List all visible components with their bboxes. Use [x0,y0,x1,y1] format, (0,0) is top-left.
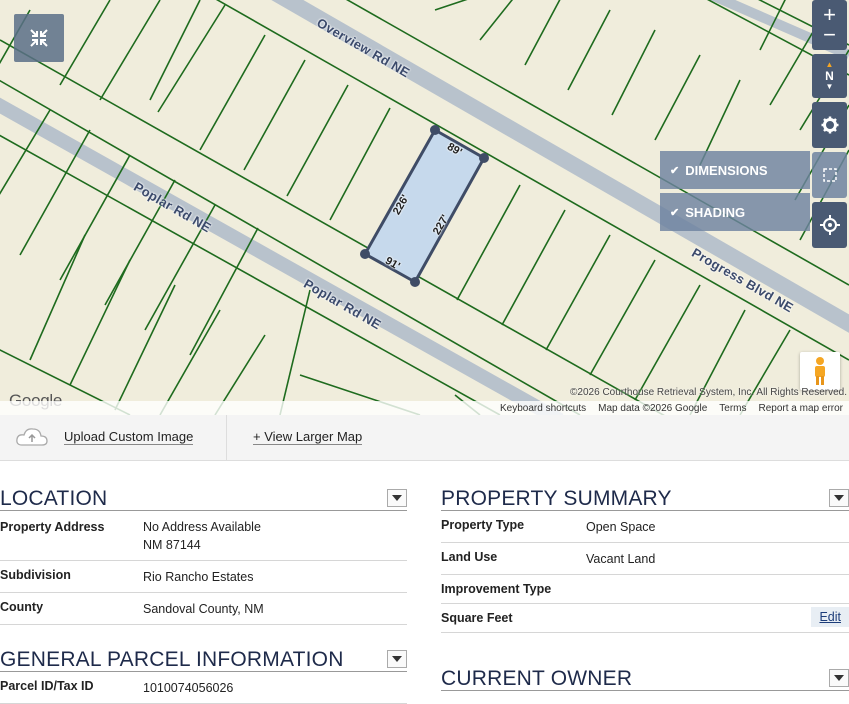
dimensions-label: DIMENSIONS [685,162,768,178]
gear-icon [821,116,838,134]
collapse-dropdown-button[interactable] [829,669,849,687]
table-row: Property Address No Address Available NM… [0,511,407,561]
copyright-text: ©2026 Courthouse Retrieval System, Inc. … [570,387,847,398]
summary-header: PROPERTY SUMMARY [441,485,849,511]
row-value: Rio Rancho Estates [143,570,254,584]
general-header: GENERAL PARCEL INFORMATION [0,646,407,672]
selected-parcel [362,127,487,285]
collapse-map-button[interactable] [14,14,64,62]
compass-down-icon: ▼ [825,82,834,91]
row-label: Improvement Type [441,582,552,596]
location-section: LOCATION Property Address No Address Ava… [0,485,407,625]
toolbar-divider [226,415,227,461]
table-row: Parcel ID/Tax ID 1010074056026 [0,672,407,704]
row-label: Land Use [441,550,498,564]
map-controls: + − ▲ N ▼ [812,0,847,252]
keyboard-shortcuts-link[interactable]: Keyboard shortcuts [500,403,586,414]
row-label: Parcel ID/Tax ID [0,679,94,693]
upload-label: Upload Custom Image [64,429,194,445]
toggle-dimensions[interactable]: ✔ DIMENSIONS [660,151,810,189]
row-label: Property Address [0,520,105,534]
map-toolbar: Upload Custom Image + View Larger Map [0,415,849,461]
row-value: Sandoval County, NM [143,602,264,616]
row-value: 1010074056026 [143,681,234,695]
upload-custom-image-button[interactable]: Upload Custom Image [14,423,194,451]
location-header: LOCATION [0,485,407,511]
owner-header: CURRENT OWNER [441,665,849,691]
property-summary-section: PROPERTY SUMMARY Property Type Open Spac… [441,485,849,633]
collapse-icon [30,29,48,47]
collapse-dropdown-button[interactable] [829,489,849,507]
compass-up-icon: ▲ [825,60,834,69]
zoom-control: + − [812,0,847,50]
section-title: LOCATION [0,487,108,510]
table-row: County Sandoval County, NM [0,593,407,625]
crosshair-icon [819,215,840,235]
north-label: N [825,69,834,83]
edit-square-feet-button[interactable]: Edit [811,607,849,627]
section-title: CURRENT OWNER [441,667,633,690]
view-larger-map-link[interactable]: + View Larger Map [253,429,363,445]
address-line2: NM 87144 [143,538,201,552]
street-view-button[interactable] [800,352,840,390]
zoom-out-button[interactable]: − [823,24,836,46]
section-title: PROPERTY SUMMARY [441,487,672,510]
table-row: Improvement Type [441,575,849,604]
collapse-dropdown-button[interactable] [387,489,407,507]
row-label: Property Type [441,518,525,532]
current-owner-section: CURRENT OWNER [441,665,849,691]
collapse-dropdown-button[interactable] [387,650,407,668]
row-label: County [0,600,44,614]
parcel-map[interactable]: Overview Rd NE Poplar Rd NE Poplar Rd NE… [0,0,849,415]
section-title: GENERAL PARCEL INFORMATION [0,648,344,671]
table-row: Square Feet Edit [441,604,849,633]
locate-button[interactable] [812,202,847,248]
fit-bounds-button[interactable] [812,152,847,198]
general-parcel-section: GENERAL PARCEL INFORMATION Parcel ID/Tax… [0,646,407,704]
row-value: Vacant Land [586,552,656,566]
row-label: Subdivision [0,568,71,582]
report-error-link[interactable]: Report a map error [759,403,843,414]
row-value: Open Space [586,520,656,534]
table-row: Property Type Open Space [441,511,849,543]
table-row: Subdivision Rio Rancho Estates [0,561,407,593]
cloud-upload-icon [16,428,48,446]
toggle-shading[interactable]: ✔ SHADING [660,193,810,231]
pegman-icon [815,357,825,385]
row-label: Square Feet [441,611,513,625]
shading-label: SHADING [685,204,746,220]
map-data-text: Map data ©2026 Google [598,402,708,414]
table-row: Land Use Vacant Land [441,543,849,575]
frame-icon [822,168,837,182]
address-line1: No Address Available [143,520,261,534]
compass-button[interactable]: ▲ N ▼ [812,54,847,98]
check-icon: ✔ [670,206,680,219]
layer-options: ✔ DIMENSIONS ✔ SHADING [660,151,810,235]
settings-button[interactable] [812,102,847,148]
check-icon: ✔ [670,164,680,177]
map-attribution: Keyboard shortcuts Map data ©2026 Google… [0,401,849,415]
terms-link[interactable]: Terms [719,403,746,414]
row-value: No Address Available NM 87144 [143,518,261,554]
